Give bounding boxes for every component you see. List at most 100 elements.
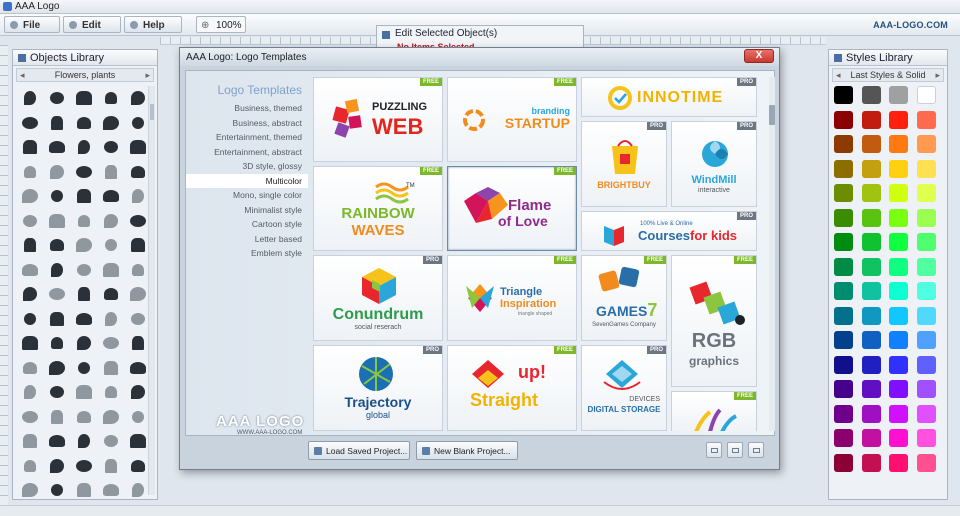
objects-category-selector[interactable]: ◂ Flowers, plants ▸ — [16, 68, 154, 82]
large-view-button[interactable] — [748, 442, 764, 458]
templates-scrollbar[interactable] — [769, 77, 775, 431]
tree-icon[interactable] — [71, 478, 97, 503]
tree-icon[interactable] — [71, 380, 97, 405]
tree-icon[interactable] — [17, 405, 43, 430]
color-swatch[interactable] — [889, 429, 917, 454]
tree-icon[interactable] — [44, 307, 70, 332]
tree-icon[interactable] — [44, 356, 70, 381]
template-puzzling-web[interactable]: FREE PUZZLING WEB — [313, 77, 443, 162]
color-swatch[interactable] — [834, 110, 862, 136]
color-swatch[interactable] — [834, 159, 862, 185]
color-swatch[interactable] — [834, 135, 862, 160]
next-arrow-icon[interactable]: ▸ — [935, 69, 940, 81]
medium-view-button[interactable] — [727, 442, 743, 458]
color-swatch[interactable] — [916, 453, 945, 479]
plant-icon[interactable] — [98, 111, 124, 136]
help-menu-button[interactable]: Help — [124, 16, 182, 33]
leaf-icon[interactable] — [17, 86, 43, 111]
tree-icon[interactable] — [44, 405, 70, 430]
tree-icon[interactable] — [44, 380, 70, 405]
pine-icon[interactable] — [17, 135, 43, 160]
template-rainbow-waves[interactable]: FREE TM RAINBOW WAVES — [313, 166, 443, 251]
dialog-close-button[interactable]: X — [744, 49, 774, 63]
scrollbar-thumb[interactable] — [150, 104, 154, 120]
color-swatch[interactable] — [916, 331, 945, 356]
color-swatch[interactable] — [889, 159, 917, 185]
tree-icon[interactable] — [17, 233, 43, 258]
tree-icon[interactable] — [98, 331, 124, 356]
color-swatch[interactable] — [861, 184, 890, 209]
tree-icon[interactable] — [44, 209, 70, 234]
color-swatch[interactable] — [834, 233, 862, 258]
leaf-icon[interactable] — [71, 209, 97, 234]
butterfly-icon[interactable] — [98, 160, 124, 185]
template-category-item[interactable]: Entertainment, abstract — [186, 145, 308, 160]
tree-icon[interactable] — [98, 429, 124, 454]
template-digital-storage[interactable]: PRO DEVICES DIGITAL STORAGE — [581, 345, 667, 431]
tree-icon[interactable] — [17, 331, 43, 356]
color-swatch[interactable] — [861, 110, 890, 136]
tree-icon[interactable] — [17, 356, 43, 381]
color-swatch[interactable] — [916, 306, 945, 332]
color-swatch[interactable] — [861, 257, 890, 283]
template-flame-of-love[interactable]: FREE Flame of Love — [447, 166, 577, 251]
leaf-icon[interactable] — [71, 160, 97, 185]
tree-icon[interactable] — [44, 258, 70, 283]
template-straight-up[interactable]: FREE up! Straight — [447, 345, 577, 431]
tree-icon[interactable] — [17, 282, 43, 307]
brand-url[interactable]: AAA-LOGO.COM — [873, 20, 948, 30]
maple-icon[interactable] — [71, 135, 97, 160]
tree-icon[interactable] — [98, 233, 124, 258]
next-arrow-icon[interactable]: ▸ — [145, 69, 150, 81]
color-swatch[interactable] — [834, 404, 862, 430]
color-swatch[interactable] — [834, 331, 862, 356]
template-category-item[interactable]: Entertainment, themed — [186, 130, 308, 145]
styles-category-selector[interactable]: ◂ Last Styles & Solid ▸ — [832, 68, 944, 82]
color-swatch[interactable] — [834, 184, 862, 209]
color-swatch[interactable] — [834, 282, 862, 307]
tree-icon[interactable] — [71, 405, 97, 430]
color-swatch[interactable] — [861, 159, 890, 185]
template-trajectory-global[interactable]: PRO Trajectory global — [313, 345, 443, 431]
tree-icon[interactable] — [44, 282, 70, 307]
tree-icon[interactable] — [98, 209, 124, 234]
color-swatch[interactable] — [916, 233, 945, 258]
color-swatch[interactable] — [861, 135, 890, 160]
clover-icon[interactable] — [98, 135, 124, 160]
prev-arrow-icon[interactable]: ◂ — [20, 69, 25, 81]
color-swatch[interactable] — [889, 306, 917, 332]
objects-scrollbar[interactable] — [148, 86, 155, 495]
tree-icon[interactable] — [17, 258, 43, 283]
template-brightbuy[interactable]: PRO BRIGHTBUY — [581, 121, 667, 207]
color-swatch[interactable] — [834, 453, 862, 479]
drop-icon[interactable] — [44, 86, 70, 111]
color-swatch[interactable] — [889, 404, 917, 430]
flower-icon[interactable] — [44, 111, 70, 136]
color-swatch[interactable] — [916, 135, 945, 160]
template-category-item[interactable]: 3D style, glossy — [186, 159, 308, 174]
color-swatch[interactable] — [889, 233, 917, 258]
color-swatch[interactable] — [861, 208, 890, 234]
tree-icon[interactable] — [98, 307, 124, 332]
color-swatch[interactable] — [916, 257, 945, 283]
color-swatch[interactable] — [916, 159, 945, 185]
color-swatch[interactable] — [861, 429, 890, 454]
template-category-item[interactable]: Business, abstract — [186, 116, 308, 131]
color-swatch[interactable] — [861, 86, 890, 111]
color-swatch[interactable] — [916, 110, 945, 136]
tree-icon[interactable] — [17, 429, 43, 454]
color-swatch[interactable] — [861, 233, 890, 258]
template-category-item[interactable]: Cartoon style — [186, 217, 308, 232]
tree-icon[interactable] — [71, 307, 97, 332]
file-menu-button[interactable]: File — [4, 16, 60, 33]
template-category-item[interactable]: Mono, single color — [186, 188, 308, 203]
tree-icon[interactable] — [17, 209, 43, 234]
template-triangle-inspiration[interactable]: FREE Triangle Inspiration triangle shape… — [447, 255, 577, 341]
tree-icon[interactable] — [71, 184, 97, 209]
template-games-7[interactable]: FREE GAMES7 SevenGames Company — [581, 255, 667, 341]
tree-icon[interactable] — [71, 356, 97, 381]
branch-icon[interactable] — [98, 184, 124, 209]
template-category-item[interactable]: Minimalist style — [186, 203, 308, 218]
color-swatch[interactable] — [861, 404, 890, 430]
tree-icon[interactable] — [44, 429, 70, 454]
